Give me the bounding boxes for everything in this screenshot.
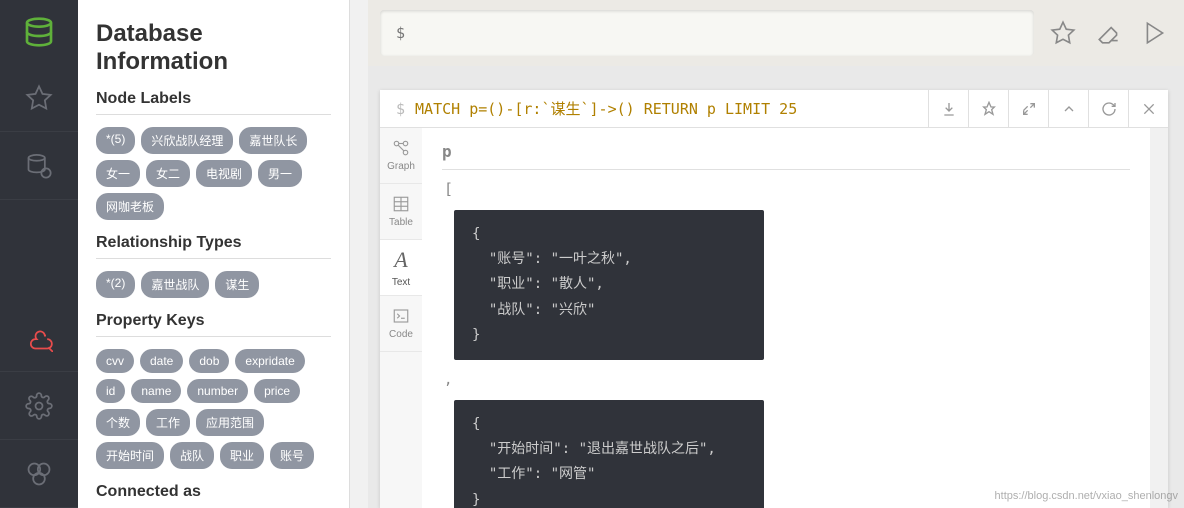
rail-settings[interactable] <box>0 372 78 440</box>
download-icon[interactable] <box>928 90 968 128</box>
chip[interactable]: 网咖老板 <box>96 193 164 220</box>
chip[interactable]: price <box>254 379 300 403</box>
chip[interactable]: 嘉世战队 <box>141 271 209 298</box>
relationship-types-heading: Relationship Types <box>96 234 331 252</box>
sidebar: Database Information Node Labels *(5) 兴欣… <box>78 0 350 508</box>
chip[interactable]: id <box>96 379 125 403</box>
tab-text[interactable]: A Text <box>380 240 422 296</box>
chip[interactable]: 嘉世队长 <box>239 127 307 154</box>
expand-icon[interactable] <box>1008 90 1048 128</box>
chip[interactable]: cvv <box>96 349 134 373</box>
left-rail <box>0 0 78 508</box>
result-header: $ MATCH p=()-[r:`谋生`]->() RETURN p LIMIT … <box>380 90 1168 128</box>
chip[interactable]: 电视剧 <box>196 160 252 187</box>
query-input[interactable] <box>380 10 1034 56</box>
row-separator: , <box>444 372 1130 388</box>
prompt-symbol: $ <box>396 100 405 118</box>
sidebar-title: Database Information <box>96 20 331 76</box>
rail-cloud[interactable] <box>0 304 78 372</box>
chip[interactable]: 兴欣战队经理 <box>141 127 233 154</box>
result-scrollbar[interactable] <box>1150 128 1168 508</box>
chip[interactable]: 账号 <box>270 442 314 469</box>
pin-icon[interactable] <box>968 90 1008 128</box>
sidebar-scrollbar[interactable] <box>350 0 368 508</box>
collapse-up-icon[interactable] <box>1048 90 1088 128</box>
chip[interactable]: 工作 <box>146 409 190 436</box>
chip[interactable]: *(5) <box>96 127 135 154</box>
chip[interactable]: expridate <box>235 349 304 373</box>
chip[interactable]: 开始时间 <box>96 442 164 469</box>
chip[interactable]: name <box>131 379 181 403</box>
chip[interactable]: 女二 <box>146 160 190 187</box>
chip[interactable]: 个数 <box>96 409 140 436</box>
chip[interactable]: 战队 <box>170 442 214 469</box>
property-keys-heading: Property Keys <box>96 312 331 330</box>
watermark: https://blog.csdn.net/vxiao_shenlongv <box>995 490 1178 502</box>
result-panel: $ MATCH p=()-[r:`谋生`]->() RETURN p LIMIT … <box>380 90 1168 508</box>
open-bracket: [ <box>444 180 1130 198</box>
node-labels-chips: *(5) 兴欣战队经理 嘉世队长 女一 女二 电视剧 男一 网咖老板 <box>96 127 331 220</box>
column-header: p <box>442 138 1130 170</box>
chip[interactable]: 谋生 <box>215 271 259 298</box>
main-area: $ MATCH p=()-[r:`谋生`]->() RETURN p LIMIT … <box>368 0 1184 508</box>
connected-as-heading: Connected as <box>96 483 331 501</box>
close-icon[interactable] <box>1128 90 1168 128</box>
relationship-types-chips: *(2) 嘉世战队 谋生 <box>96 271 331 298</box>
refresh-icon[interactable] <box>1088 90 1128 128</box>
chip[interactable]: 女一 <box>96 160 140 187</box>
result-content: p [ { "账号": "一叶之秋", "职业": "散人", "战队": "兴… <box>422 128 1150 508</box>
rail-favorites[interactable] <box>0 64 78 132</box>
topbar <box>368 0 1184 66</box>
chip[interactable]: 职业 <box>220 442 264 469</box>
chip[interactable]: number <box>187 379 248 403</box>
rail-about[interactable] <box>0 440 78 508</box>
eraser-icon[interactable] <box>1092 16 1126 50</box>
query-display: $ MATCH p=()-[r:`谋生`]->() RETURN p LIMIT … <box>380 98 928 119</box>
chip[interactable]: dob <box>189 349 229 373</box>
tab-code[interactable]: Code <box>380 296 422 352</box>
rail-database[interactable] <box>0 132 78 200</box>
chip[interactable]: *(2) <box>96 271 135 298</box>
property-keys-chips: cvv date dob expridate id name number pr… <box>96 349 331 469</box>
node-labels-heading: Node Labels <box>96 90 331 108</box>
app-logo <box>0 0 78 64</box>
chip[interactable]: date <box>140 349 183 373</box>
favorite-icon[interactable] <box>1046 16 1080 50</box>
result-row: { "账号": "一叶之秋", "职业": "散人", "战队": "兴欣" } <box>454 210 764 360</box>
result-row: { "开始时间": "退出嘉世战队之后", "工作": "网管" } <box>454 400 764 508</box>
tab-graph[interactable]: Graph <box>380 128 422 184</box>
rail-spacer <box>0 200 78 304</box>
chip[interactable]: 男一 <box>258 160 302 187</box>
query-text: MATCH p=()-[r:`谋生`]->() RETURN p LIMIT 2… <box>415 100 797 118</box>
chip[interactable]: 应用范围 <box>196 409 264 436</box>
play-icon[interactable] <box>1138 16 1172 50</box>
tab-table[interactable]: Table <box>380 184 422 240</box>
view-tabs: Graph Table A Text Code <box>380 128 422 508</box>
